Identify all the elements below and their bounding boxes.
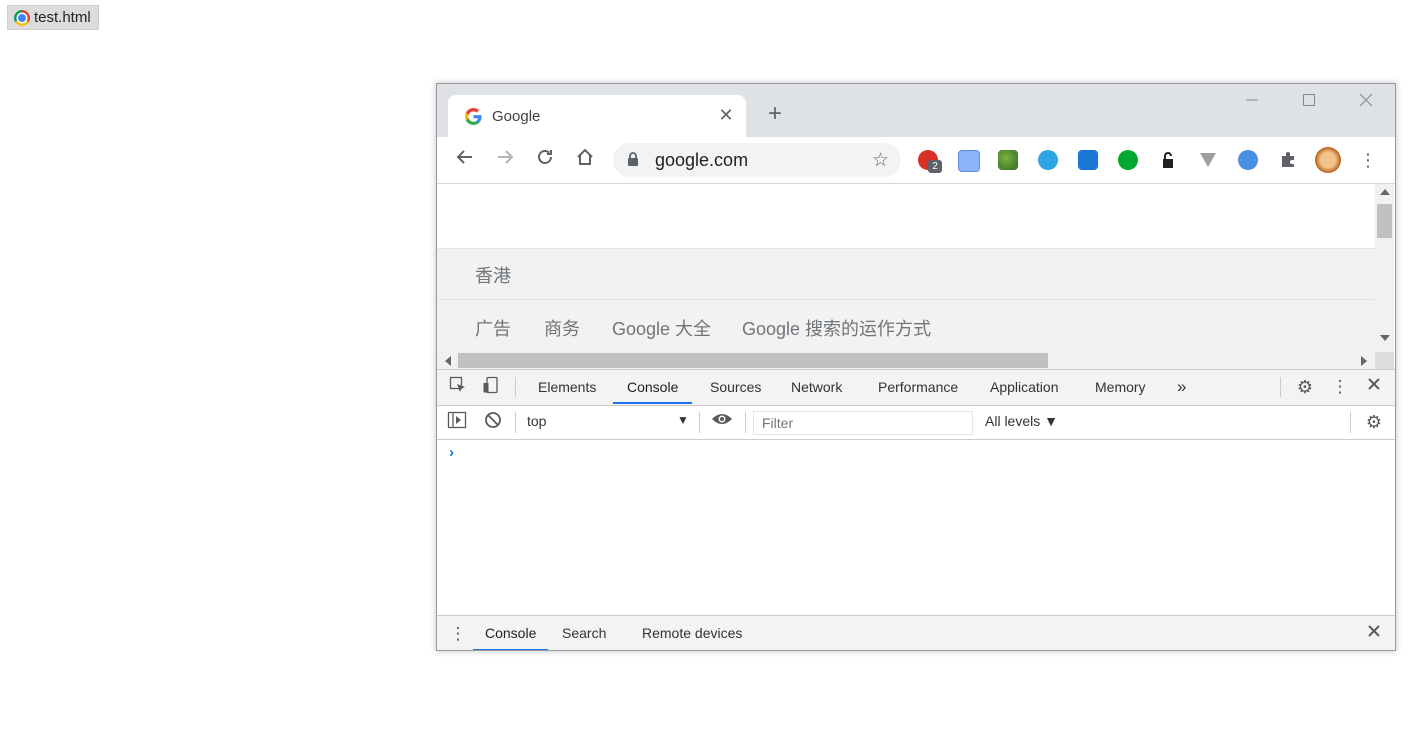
region-label: 香港 <box>475 266 511 286</box>
devtools-close-icon[interactable] <box>1363 376 1385 398</box>
context-select[interactable]: top <box>527 413 546 429</box>
scrollbar-corner <box>1375 352 1394 369</box>
tab-title: Google <box>492 107 541 125</box>
toolbar-separator <box>699 412 700 433</box>
extension-telegram-icon[interactable] <box>1038 150 1058 170</box>
devtools-drawer-bar: ⋮ Console Search Remote devices <box>437 615 1395 650</box>
drawer-menu-icon[interactable]: ⋮ <box>447 623 469 645</box>
footer-link-how-search-works[interactable]: Google 搜索的运作方式 <box>742 315 931 341</box>
footer-links: 广告 商务 Google 大全 Google 搜索的运作方式 <box>437 300 1375 352</box>
new-tab-button[interactable]: + <box>763 102 787 127</box>
tab-google[interactable]: Google ✕ <box>448 95 746 137</box>
extension-badge: 2 <box>928 160 942 173</box>
log-levels-select[interactable]: All levels ▼ <box>985 413 1058 429</box>
tab-close-icon[interactable]: ✕ <box>716 105 736 125</box>
console-settings-icon[interactable]: ⚙ <box>1363 411 1385 433</box>
context-dropdown-icon[interactable]: ▼ <box>677 413 689 427</box>
chrome-menu-icon[interactable]: ⋮ <box>1356 148 1380 172</box>
tab-network[interactable]: Network <box>789 370 844 404</box>
toolbar-separator <box>1350 412 1351 433</box>
drawer-close-icon[interactable] <box>1363 623 1385 645</box>
extension-v-icon[interactable] <box>1198 150 1218 170</box>
device-toolbar-icon[interactable] <box>480 376 502 398</box>
scroll-down-icon[interactable] <box>1380 335 1390 341</box>
tab-sources[interactable]: Sources <box>708 370 763 404</box>
inspect-element-icon[interactable] <box>447 376 469 398</box>
bookmark-star-icon[interactable]: ☆ <box>872 149 889 172</box>
footer-link-business[interactable]: 商务 <box>544 315 580 341</box>
browser-toolbar: google.com ☆ 2 ⋮ <box>437 137 1395 184</box>
page-blank-area <box>437 184 1375 249</box>
omnibox[interactable]: google.com ☆ <box>613 143 901 177</box>
drawer-tab-remote-devices[interactable]: Remote devices <box>642 616 742 650</box>
scroll-left-icon[interactable] <box>445 356 451 366</box>
maximize-icon[interactable] <box>1294 92 1324 114</box>
lock-icon <box>627 152 641 168</box>
console-toolbar: top ▼ All levels ▼ ⚙ <box>437 406 1395 440</box>
tab-performance[interactable]: Performance <box>876 370 960 404</box>
minimize-icon[interactable] <box>1237 92 1267 114</box>
footer-link-ads[interactable]: 广告 <box>475 315 511 341</box>
chrome-icon <box>14 9 30 26</box>
footer-link-about[interactable]: Google 大全 <box>612 315 711 341</box>
live-expression-eye-icon[interactable] <box>711 411 733 433</box>
horizontal-scroll-thumb[interactable] <box>458 353 1048 368</box>
extension-screenshot-icon[interactable] <box>958 150 980 172</box>
extension-upload-icon[interactable] <box>1238 150 1258 170</box>
tab-separator <box>1280 377 1281 397</box>
extension-shield-icon[interactable]: 2 <box>918 150 942 173</box>
tab-elements[interactable]: Elements <box>536 370 598 404</box>
devtools-settings-icon[interactable]: ⚙ <box>1294 376 1316 398</box>
profile-avatar[interactable] <box>1315 147 1341 173</box>
tab-separator <box>515 377 516 397</box>
google-favicon-icon <box>464 107 482 125</box>
tab-console[interactable]: Console <box>613 370 693 404</box>
vertical-scroll-thumb[interactable] <box>1377 204 1392 238</box>
toolbar-separator <box>515 412 516 433</box>
extension-globe-icon[interactable] <box>998 150 1018 170</box>
devtools-menu-icon[interactable]: ⋮ <box>1329 376 1351 398</box>
extension-history-icon[interactable] <box>1078 150 1098 170</box>
tab-application[interactable]: Application <box>988 370 1061 404</box>
tab-memory[interactable]: Memory <box>1093 370 1148 404</box>
more-tabs-icon[interactable]: » <box>1175 370 1188 404</box>
file-chip[interactable]: test.html <box>7 5 99 30</box>
home-icon[interactable] <box>573 148 597 172</box>
toolbar-separator <box>745 412 746 433</box>
extensions-puzzle-icon[interactable] <box>1278 150 1298 170</box>
page-viewport: 香港 广告 商务 Google 大全 Google 搜索的运作方式 <box>437 184 1395 369</box>
close-window-icon[interactable] <box>1351 92 1381 114</box>
extension-evernote-icon[interactable] <box>1118 150 1138 170</box>
footer-region: 香港 <box>437 249 1375 300</box>
forward-icon[interactable] <box>493 148 517 172</box>
scroll-right-icon[interactable] <box>1361 356 1367 366</box>
filter-input[interactable] <box>760 412 964 434</box>
console-output[interactable]: › <box>437 440 1395 615</box>
browser-window: Google ✕ + google.com ☆ 2 ⋮ 香港 广告 商务 Goo… <box>436 83 1396 651</box>
toggle-sidebar-icon[interactable] <box>446 411 468 433</box>
devtools-panel: Elements Console Sources Network Perform… <box>437 369 1395 650</box>
scroll-up-icon[interactable] <box>1380 189 1390 195</box>
url-text: google.com <box>655 149 749 170</box>
drawer-tab-console[interactable]: Console <box>473 616 549 650</box>
reload-icon[interactable] <box>533 148 557 172</box>
devtools-tabbar: Elements Console Sources Network Perform… <box>437 370 1395 406</box>
filter-field[interactable] <box>753 411 973 435</box>
extension-lock-icon[interactable] <box>1158 150 1178 170</box>
title-bar: Google ✕ + <box>437 84 1395 137</box>
vertical-scrollbar[interactable] <box>1375 184 1394 352</box>
back-icon[interactable] <box>453 148 477 172</box>
clear-console-icon[interactable] <box>482 411 504 433</box>
console-prompt-icon: › <box>449 444 454 461</box>
horizontal-scrollbar[interactable] <box>437 352 1375 369</box>
drawer-tab-search[interactable]: Search <box>562 616 606 650</box>
file-chip-label: test.html <box>34 9 91 26</box>
